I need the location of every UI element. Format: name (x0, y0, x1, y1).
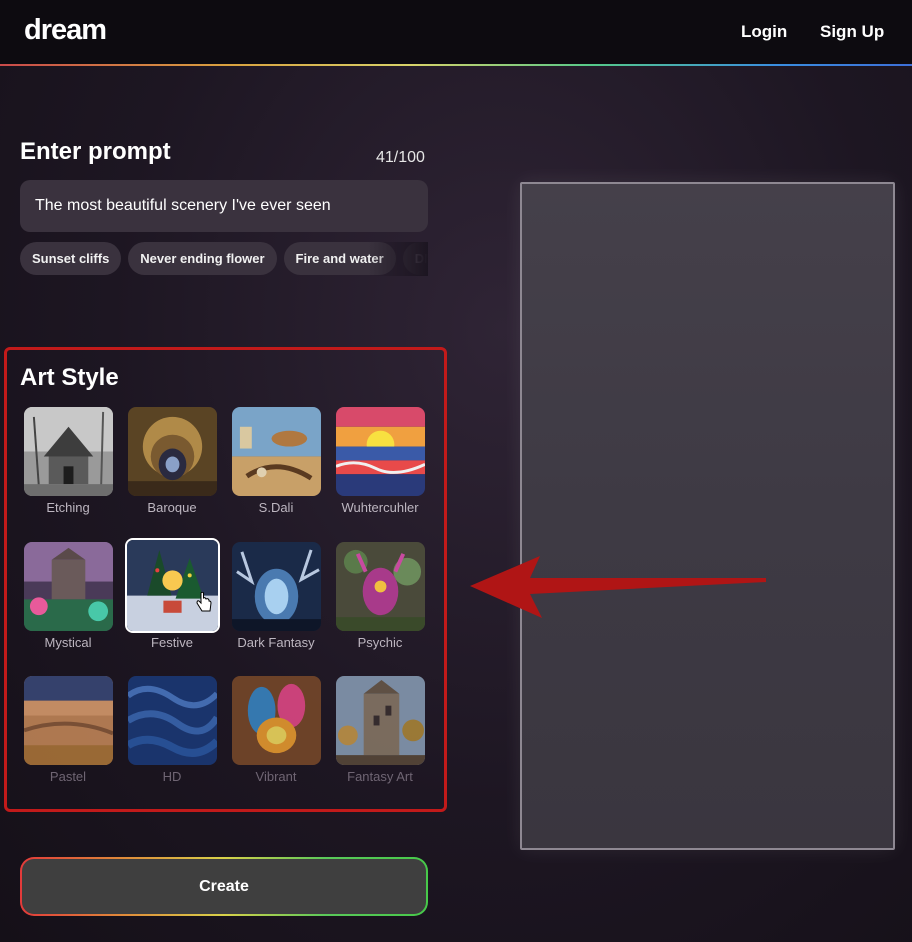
wuhtercuhler-thumbnail[interactable] (336, 407, 425, 496)
art-style-title: Art Style (20, 364, 119, 391)
fantasy-art-thumbnail[interactable] (336, 676, 425, 765)
style-label: Fantasy Art (347, 769, 413, 784)
dream-logo[interactable]: dream (24, 14, 107, 47)
hd-thumbnail[interactable] (128, 676, 217, 765)
suggestion-chip[interactable]: DNA tornado (402, 242, 428, 275)
signup-link[interactable]: Sign Up (820, 22, 884, 42)
style-label: Festive (151, 635, 193, 650)
style-label: Vibrant (255, 769, 297, 784)
style-label: Dark Fantasy (237, 635, 315, 650)
style-label: Baroque (147, 500, 197, 515)
suggestion-chip[interactable]: Sunset cliffs (20, 242, 122, 275)
style-label: HD (162, 769, 182, 784)
suggestion-chip[interactable]: Fire and water (283, 242, 396, 275)
pastel-thumbnail[interactable] (24, 676, 113, 765)
vibrant-thumbnail[interactable] (232, 676, 321, 765)
style-label: Psychic (357, 635, 403, 650)
style-label: Mystical (44, 635, 92, 650)
hand-pointer-icon (196, 592, 212, 612)
character-count: 41/100 (376, 149, 425, 166)
create-button[interactable]: Create (22, 859, 426, 914)
baroque-thumbnail[interactable] (128, 407, 217, 496)
create-button-border: Create (20, 857, 428, 916)
suggestion-chip[interactable]: Never ending flower (128, 242, 277, 275)
rainbow-divider (0, 64, 912, 66)
style-label: Pastel (49, 769, 87, 784)
sdali-thumbnail[interactable] (232, 407, 321, 496)
psychic-thumbnail[interactable] (336, 542, 425, 631)
red-arrow-icon (470, 556, 766, 618)
image-preview-panel (520, 182, 895, 850)
prompt-title: Enter prompt (20, 138, 171, 165)
prompt-suggestions: Sunset cliffs Never ending flower Fire and… (20, 242, 428, 276)
top-navigation-bar: dream Login Sign Up (0, 0, 912, 64)
mystical-thumbnail[interactable] (24, 542, 113, 631)
etching-thumbnail[interactable] (24, 407, 113, 496)
style-label: Etching (46, 500, 90, 515)
login-link[interactable]: Login (741, 22, 787, 42)
style-label: S.Dali (258, 500, 294, 515)
festive-thumbnail[interactable] (125, 538, 220, 633)
prompt-input[interactable] (20, 180, 428, 232)
dark-fantasy-thumbnail[interactable] (232, 542, 321, 631)
style-label: Wuhtercuhler (341, 500, 419, 515)
